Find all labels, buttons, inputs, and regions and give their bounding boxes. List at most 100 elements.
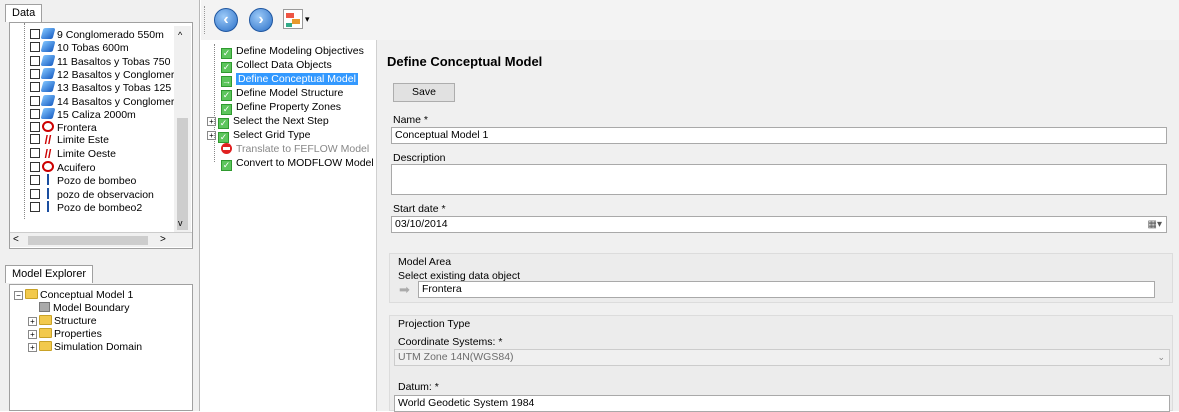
- tree-root[interactable]: − Conceptual Model 1: [14, 289, 133, 302]
- data-tree-item-label: Pozo de bombeo2: [57, 201, 143, 214]
- model-explorer-item-label: Structure: [54, 315, 97, 327]
- checkbox[interactable]: [30, 175, 40, 186]
- workflow-step-label: Define Modeling Objectives: [236, 45, 364, 57]
- model-explorer-item[interactable]: Model Boundary: [28, 302, 129, 315]
- model-explorer-item-label: Properties: [54, 328, 102, 340]
- data-tree-item[interactable]: Acuifero: [30, 161, 96, 174]
- model-explorer-item[interactable]: + Properties: [28, 328, 102, 341]
- workflow-step-label: Define Conceptual Model: [236, 73, 358, 85]
- model-area-group: Model Area Select existing data object ➡…: [389, 253, 1173, 303]
- data-tree-item[interactable]: // Limite Este: [30, 134, 109, 147]
- forward-arrow-icon[interactable]: ›: [249, 8, 273, 32]
- checkbox[interactable]: [30, 201, 40, 212]
- model-explorer-item[interactable]: + Simulation Domain: [28, 341, 142, 354]
- data-tree-item-label: 15 Caliza 2000m: [57, 108, 136, 121]
- tab-data[interactable]: Data: [5, 4, 43, 22]
- data-tree-item-label: pozo de observacion: [57, 188, 154, 201]
- checkbox[interactable]: [30, 55, 40, 66]
- workflow-step[interactable]: Translate to FEFLOW Model: [221, 142, 369, 156]
- checkbox[interactable]: [30, 68, 40, 79]
- checkbox[interactable]: [30, 162, 40, 172]
- checkbox[interactable]: [30, 188, 40, 199]
- layer-icon: [40, 54, 56, 66]
- data-tree-item[interactable]: 14 Basaltos y Conglomer: [30, 94, 174, 108]
- collapse-icon[interactable]: −: [14, 291, 23, 300]
- data-tree-item-label: Limite Este: [57, 134, 109, 147]
- data-tree-item[interactable]: 11 Basaltos y Tobas 750: [30, 54, 170, 68]
- expand-icon[interactable]: +: [28, 330, 37, 339]
- data-tree-item[interactable]: 12 Basaltos y Conglomer: [30, 67, 175, 81]
- tree-root-label: Conceptual Model 1: [40, 289, 134, 301]
- data-tree-item[interactable]: // Limite Oeste: [30, 146, 116, 161]
- calendar-dropdown-icon[interactable]: ▦▾: [1148, 217, 1162, 232]
- well-icon: [42, 174, 54, 186]
- workflow-step[interactable]: ✓ Define Property Zones: [221, 100, 341, 115]
- well-icon: [42, 200, 54, 212]
- model-explorer-item[interactable]: + Structure: [28, 315, 97, 328]
- data-tree-item[interactable]: 15 Caliza 2000m: [30, 107, 136, 121]
- folder-icon: [39, 328, 52, 338]
- chevron-down-icon[interactable]: ⌄: [1157, 350, 1165, 365]
- back-arrow-icon[interactable]: ‹: [214, 8, 238, 32]
- scroll-down-icon[interactable]: v: [178, 218, 183, 228]
- data-tree-item[interactable]: Pozo de bombeo2: [30, 200, 143, 214]
- workflow-step-label: Collect Data Objects: [236, 59, 332, 71]
- workflow-step[interactable]: + ✓ Select the Next Step: [207, 114, 329, 129]
- checkbox[interactable]: [30, 108, 40, 119]
- checkbox[interactable]: [30, 95, 40, 106]
- coordinate-systems-select[interactable]: UTM Zone 14N(WGS84) ⌄: [394, 349, 1170, 366]
- scroll-left-icon[interactable]: <: [13, 234, 19, 245]
- save-button[interactable]: Save: [393, 83, 455, 102]
- data-tree-item[interactable]: Frontera: [30, 121, 97, 134]
- layer-icon: [40, 81, 56, 93]
- checkbox[interactable]: [30, 122, 40, 133]
- datum-field[interactable]: World Geodetic System 1984: [394, 395, 1170, 412]
- start-date-value: 03/10/2014: [395, 218, 448, 230]
- model-area-field[interactable]: Frontera: [418, 281, 1155, 298]
- boundary-icon: [39, 302, 50, 312]
- polygon-icon: [42, 121, 54, 133]
- workflow-menu-icon[interactable]: [283, 9, 303, 29]
- checkbox[interactable]: [30, 82, 40, 93]
- polyline-icon: //: [44, 146, 52, 161]
- checkbox[interactable]: [30, 42, 40, 53]
- checkbox[interactable]: [30, 29, 40, 39]
- description-field[interactable]: [391, 164, 1167, 195]
- scroll-right-icon[interactable]: >: [160, 234, 166, 245]
- scroll-up-icon[interactable]: ^: [178, 30, 182, 40]
- workflow-step[interactable]: → Define Conceptual Model: [221, 72, 358, 87]
- data-tree-item-label: Acuifero: [57, 162, 96, 174]
- data-tree-hscrollbar[interactable]: < >: [10, 232, 192, 247]
- data-tree-item[interactable]: pozo de observacion: [30, 187, 154, 201]
- checkbox[interactable]: [30, 134, 40, 145]
- data-tree-item[interactable]: Pozo de bombeo: [30, 174, 136, 187]
- workflow-step[interactable]: ✓ Convert to MODFLOW Model: [221, 156, 374, 171]
- workflow-step[interactable]: ✓ Define Modeling Objectives: [221, 44, 364, 59]
- projection-group: Projection Type Coordinate Systems: * UT…: [389, 315, 1173, 412]
- workflow-step-label: Select Grid Type: [233, 129, 311, 141]
- workflow-step[interactable]: ✓ Define Model Structure: [221, 86, 343, 101]
- projection-title: Projection Type: [398, 318, 471, 330]
- arrow-right-icon[interactable]: ➡: [399, 282, 417, 297]
- workflow-step[interactable]: ✓ Collect Data Objects: [221, 58, 332, 73]
- workflow-step[interactable]: + ✓ Select Grid Type: [207, 128, 311, 143]
- tree-guide-line: [214, 44, 215, 162]
- data-tree-vscrollbar[interactable]: ^ v: [174, 26, 191, 232]
- data-tree-item[interactable]: 9 Conglomerado 550m: [30, 28, 164, 41]
- start-date-field[interactable]: 03/10/2014 ▦▾: [391, 216, 1167, 233]
- data-tree-item-label: 12 Basaltos y Conglomer: [57, 68, 175, 81]
- data-tree-item[interactable]: 10 Tobas 600m: [30, 41, 129, 54]
- tab-model-explorer[interactable]: Model Explorer: [5, 265, 93, 283]
- conceptual-model-form: Define Conceptual Model Save Name * Conc…: [377, 40, 1179, 412]
- hscroll-thumb[interactable]: [28, 236, 148, 245]
- expand-icon[interactable]: +: [28, 343, 37, 352]
- scroll-thumb[interactable]: [177, 118, 188, 230]
- start-date-label: Start date *: [393, 203, 446, 215]
- name-field[interactable]: Conceptual Model 1: [391, 127, 1167, 144]
- checkbox[interactable]: [30, 147, 40, 158]
- folder-icon: [39, 341, 52, 351]
- data-tree-item[interactable]: 13 Basaltos y Tobas 125: [30, 81, 171, 94]
- dropdown-arrow-icon[interactable]: ▾: [305, 14, 310, 25]
- expand-icon[interactable]: +: [28, 317, 37, 326]
- model-explorer-item-label: Model Boundary: [53, 302, 130, 314]
